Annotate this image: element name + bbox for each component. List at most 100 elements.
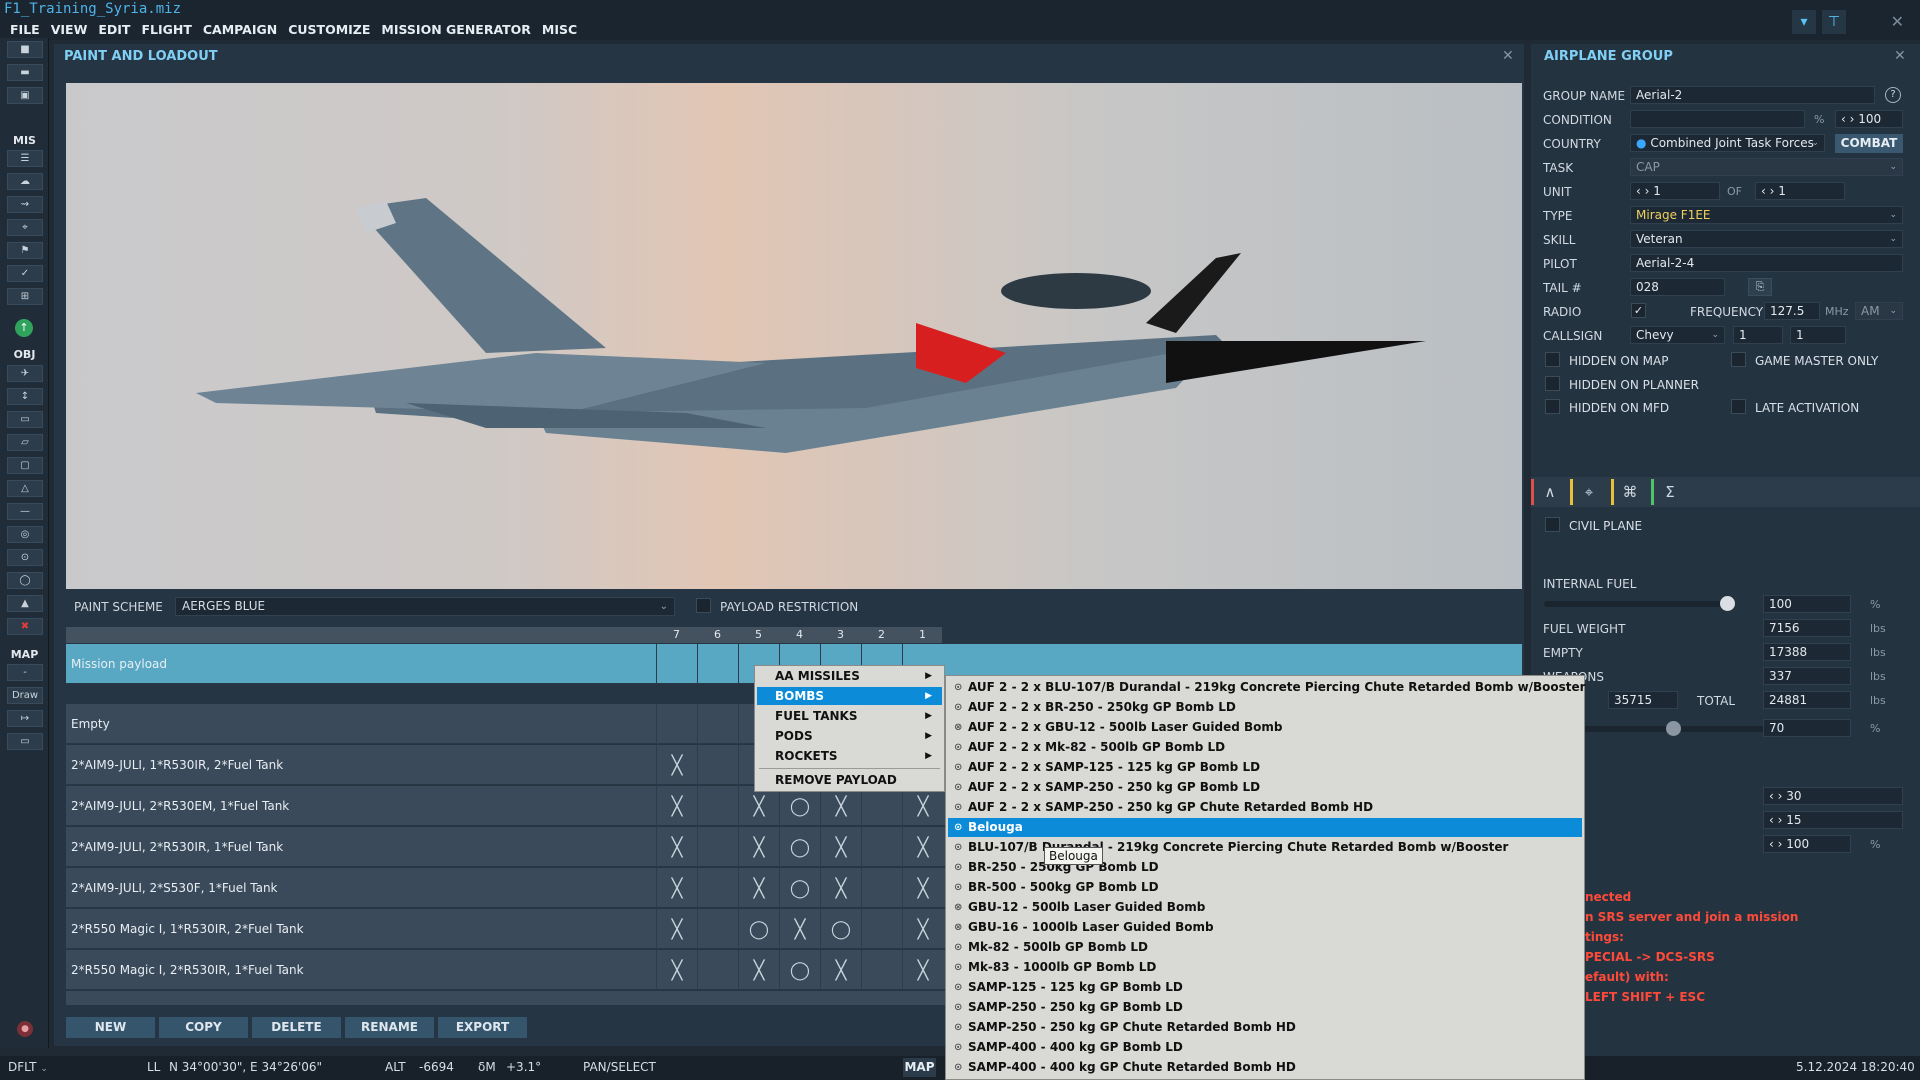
secondary-slider-handle[interactable] — [1666, 721, 1681, 736]
chaff-stepper[interactable]: ‹ › 30 — [1763, 787, 1903, 805]
map-key-icon[interactable]: ‐ — [7, 664, 43, 681]
bomb-option[interactable]: ⊙ AUF 2 - 2 x SAMP-125 - 125 kg GP Bomb L… — [948, 758, 1582, 777]
internal-fuel-input[interactable]: 100 — [1763, 595, 1851, 613]
briefing-icon[interactable]: ☰ — [7, 150, 43, 167]
condition-stepper[interactable]: ‹ › 100 — [1835, 110, 1903, 128]
bomb-option[interactable]: ⊙ SAMP-400 - 400 kg GP Bomb LD — [948, 1038, 1582, 1057]
task-select[interactable]: CAP ⌄ — [1630, 158, 1903, 176]
bomb-option[interactable]: ⊙ AUF 2 - 2 x BLU-107/B Durandal - 219kg … — [948, 678, 1586, 697]
payload-restriction-checkbox[interactable] — [696, 598, 711, 613]
route-icon[interactable]: — — [7, 503, 43, 520]
draw-button[interactable]: Draw — [7, 687, 43, 704]
menu-edit[interactable]: EDIT — [98, 20, 130, 40]
menu-item-bombs[interactable]: BOMBS ▶ — [757, 687, 942, 705]
paint-scheme-select[interactable]: AERGES BLUE ⌄ — [175, 597, 675, 616]
copy-button[interactable]: COPY — [159, 1017, 248, 1038]
ground-unit-icon[interactable]: ▭ — [7, 411, 43, 428]
trigger-icon[interactable]: ⇝ — [7, 196, 43, 213]
bomb-option[interactable]: ⊗ GBU-16 - 1000lb Laser Guided Bomb — [948, 918, 1582, 937]
menu-item-rockets[interactable]: ROCKETS ▶ — [757, 747, 942, 765]
bomb-option[interactable]: ⊙ AUF 2 - 2 x BR-250 - 250kg GP Bomb LD — [948, 698, 1582, 717]
bomb-option[interactable]: ⊙ SAMP-125 - 125 kg GP Bomb LD — [948, 978, 1582, 997]
menu-item-aa-missiles[interactable]: AA MISSILES ▶ — [757, 667, 942, 685]
hidden-on-planner-checkbox[interactable] — [1545, 376, 1560, 391]
panel-close-icon[interactable]: ✕ — [1502, 48, 1514, 64]
internal-fuel-slider[interactable] — [1544, 601, 1728, 607]
copy-tail-icon[interactable]: ⎘ — [1748, 278, 1772, 296]
callsign-number-1[interactable]: 1 — [1733, 326, 1783, 344]
condition-bar[interactable] — [1630, 110, 1805, 128]
civil-plane-checkbox[interactable] — [1545, 517, 1560, 532]
summary-tab-icon[interactable]: Σ — [1658, 481, 1682, 503]
menu-mission-generator[interactable]: MISSION GENERATOR — [381, 20, 531, 40]
internal-fuel-slider-handle[interactable] — [1720, 596, 1735, 611]
new-button[interactable]: NEW — [66, 1017, 155, 1038]
target-icon[interactable]: ◎ — [7, 526, 43, 543]
route-tab-icon[interactable]: ∧ — [1538, 481, 1562, 503]
game-master-only-checkbox[interactable] — [1731, 352, 1746, 367]
menu-item-fuel-tanks[interactable]: FUEL TANKS ▶ — [757, 707, 942, 725]
secondary-slider-input[interactable]: 70 — [1763, 719, 1851, 737]
weather-icon[interactable]: ☁ — [7, 173, 43, 190]
ruler-icon[interactable]: ↦ — [7, 710, 43, 727]
menu-customize[interactable]: CUSTOMIZE — [288, 20, 370, 40]
wifi-icon[interactable]: ▾ — [1792, 10, 1816, 34]
country-select[interactable]: ● Combined Joint Task Forces ⌄ — [1630, 134, 1825, 152]
menu-flight[interactable]: FLIGHT — [141, 20, 191, 40]
ship-icon[interactable]: ▱ — [7, 434, 43, 451]
unit-stepper[interactable]: ‹ › 1 — [1630, 182, 1720, 200]
flare-stepper[interactable]: ‹ › 15 — [1763, 811, 1903, 829]
up-arrow-icon[interactable]: ↑ — [15, 319, 33, 337]
map-toggle-button[interactable]: MAP — [903, 1058, 936, 1077]
zone-circle-icon[interactable]: ⊙ — [7, 549, 43, 566]
group-name-input[interactable]: Aerial-2 — [1630, 86, 1875, 104]
static-object-icon[interactable]: ▢ — [7, 457, 43, 474]
bomb-option[interactable]: ⊙ SAMP-250 - 250 kg GP Bomb LD — [948, 998, 1582, 1017]
payload-tab-icon[interactable]: ⌖ — [1577, 481, 1601, 503]
callsign-number-2[interactable]: 1 — [1790, 326, 1846, 344]
menu-misc[interactable]: MISC — [542, 20, 577, 40]
bomb-option-highlighted[interactable]: ⊙ Belouga — [948, 818, 1582, 837]
record-icon[interactable]: ● — [17, 1021, 33, 1037]
shapes-icon[interactable]: ▲ — [7, 595, 43, 612]
help-icon[interactable]: ? — [1885, 87, 1901, 103]
gun-stepper[interactable]: ‹ › 100 — [1763, 835, 1851, 853]
bomb-option[interactable]: ⊙ BR-500 - 500kg GP Bomb LD — [948, 878, 1582, 897]
bomb-option[interactable]: ⊗ GBU-12 - 500lb Laser Guided Bomb — [948, 898, 1582, 917]
save-icon[interactable]: ▣ — [7, 87, 43, 104]
combat-button[interactable]: COMBAT — [1835, 134, 1903, 153]
aircraft-tab-icon[interactable]: ⌘ — [1618, 481, 1642, 503]
map-layer-icon[interactable]: ▭ — [7, 733, 43, 750]
bomb-option[interactable]: ⊙ AUF 2 - 2 x SAMP-250 - 250 kg GP Chute … — [948, 798, 1582, 817]
menu-view[interactable]: VIEW — [51, 20, 88, 40]
late-activation-checkbox[interactable] — [1731, 399, 1746, 414]
menu-item-pods[interactable]: PODS ▶ — [757, 727, 942, 745]
tail-input[interactable]: 028 — [1630, 278, 1725, 296]
bomb-option[interactable]: ⊗ AUF 2 - 2 x GBU-12 - 500lb Laser Guided… — [948, 718, 1582, 737]
callsign-select[interactable]: Chevy ⌄ — [1630, 326, 1725, 344]
frequency-input[interactable]: 127.5 — [1764, 302, 1820, 320]
timeline-icon[interactable]: ⊞ — [7, 288, 43, 305]
open-folder-icon[interactable]: ▬ — [7, 64, 43, 81]
bomb-option[interactable]: ⊙ Mk-83 - 1000lb GP Bomb LD — [948, 958, 1582, 977]
hidden-on-mfd-checkbox[interactable] — [1545, 399, 1560, 414]
group-close-icon[interactable]: ✕ — [1894, 48, 1906, 64]
skill-select[interactable]: Veteran ⌄ — [1630, 230, 1903, 248]
flag-icon[interactable]: ⚑ — [7, 242, 43, 259]
bomb-option[interactable]: ⊙ AUF 2 - 2 x Mk-82 - 500lb GP Bomb LD — [948, 738, 1582, 757]
delete-icon[interactable]: ✖ — [7, 618, 43, 635]
bomb-option[interactable]: ⊙ Mk-82 - 500lb GP Bomb LD — [948, 938, 1582, 957]
zone-icon[interactable]: ⌖ — [7, 219, 43, 236]
delete-button[interactable]: DELETE — [252, 1017, 341, 1038]
menu-file[interactable]: FILE — [10, 20, 40, 40]
menu-item-remove-payload[interactable]: REMOVE PAYLOAD — [757, 771, 942, 789]
export-button[interactable]: EXPORT — [438, 1017, 527, 1038]
unit-of-stepper[interactable]: ‹ › 1 — [1755, 182, 1845, 200]
check-icon[interactable]: ✓ — [7, 265, 43, 282]
type-select[interactable]: Mirage F1EE ⌄ — [1630, 206, 1903, 224]
radio-checkbox[interactable]: ✓ — [1631, 303, 1646, 318]
antenna-icon[interactable]: ⊤ — [1822, 10, 1846, 34]
airplane-icon[interactable]: ✈ — [7, 365, 43, 382]
fuel-weight-input[interactable]: 7156 — [1763, 619, 1851, 637]
helicopter-icon[interactable]: ↕ — [7, 388, 43, 405]
